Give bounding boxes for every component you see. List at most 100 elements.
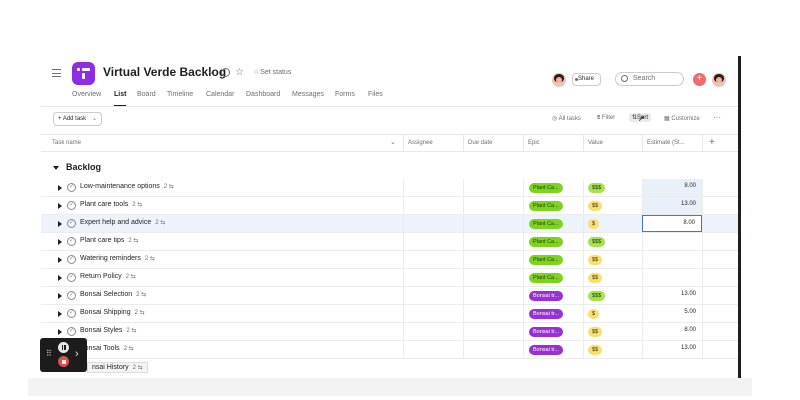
- epic-cell[interactable]: Plant Ca...: [523, 269, 583, 286]
- expand-icon[interactable]: [58, 257, 62, 263]
- estimate-cell[interactable]: [642, 269, 702, 286]
- customize-button[interactable]: ▦ Customize: [664, 115, 700, 122]
- check-circle-icon[interactable]: ✓: [67, 327, 76, 336]
- due-date-cell[interactable]: [463, 233, 523, 250]
- epic-cell[interactable]: Plant Ca...: [523, 233, 583, 250]
- value-cell[interactable]: $$: [583, 251, 642, 268]
- tab-timeline[interactable]: Timeline: [167, 91, 193, 98]
- add-task-button[interactable]: + Add task ⌄: [53, 112, 102, 126]
- due-date-cell[interactable]: [463, 269, 523, 286]
- check-circle-icon[interactable]: ✓: [67, 255, 76, 264]
- expand-icon[interactable]: [58, 221, 62, 227]
- menu-icon[interactable]: [52, 69, 61, 77]
- due-date-cell[interactable]: [463, 251, 523, 268]
- tab-list[interactable]: List: [114, 91, 126, 98]
- assignee-cell[interactable]: [403, 269, 463, 286]
- epic-cell[interactable]: Plant Ca...: [523, 251, 583, 268]
- tab-overview[interactable]: Overview: [72, 91, 101, 98]
- value-cell[interactable]: $$: [583, 323, 642, 340]
- epic-cell[interactable]: Bonsai tr...: [523, 287, 583, 304]
- expand-icon[interactable]: [58, 203, 62, 209]
- column-header-epic[interactable]: Epic: [523, 135, 583, 151]
- epic-cell[interactable]: Plant Ca...: [523, 179, 583, 196]
- value-tag[interactable]: $: [588, 309, 600, 319]
- assignee-cell[interactable]: [403, 179, 463, 196]
- value-cell[interactable]: $$$: [583, 233, 642, 250]
- chevron-right-icon[interactable]: ›: [75, 348, 79, 360]
- epic-tag[interactable]: Plant Ca...: [529, 201, 563, 211]
- assignee-cell[interactable]: [403, 287, 463, 304]
- estimate-cell[interactable]: 5.00: [642, 305, 702, 322]
- estimate-cell[interactable]: 8.00: [642, 179, 702, 196]
- column-header-task-name[interactable]: Task name: [41, 135, 403, 151]
- table-row[interactable]: ✓ Return Policy 2 ⇆ Plant Ca... $$: [41, 269, 738, 287]
- task-name[interactable]: Bonsai Styles 2 ⇆: [80, 327, 136, 334]
- add-button[interactable]: +: [693, 73, 706, 86]
- value-tag[interactable]: $$$: [588, 183, 606, 193]
- value-tag[interactable]: $$$: [588, 291, 606, 301]
- share-button[interactable]: Share: [572, 73, 601, 86]
- table-row[interactable]: ✓ Bonsai Shipping 2 ⇆ Bonsai tr... $5.00: [41, 305, 738, 323]
- info-icon[interactable]: [221, 68, 230, 77]
- tab-forms[interactable]: Forms: [335, 91, 355, 98]
- assignee-cell[interactable]: [403, 323, 463, 340]
- epic-cell[interactable]: Bonsai tr...: [523, 341, 583, 358]
- assignee-cell[interactable]: [403, 215, 463, 232]
- value-tag[interactable]: $$: [588, 345, 603, 355]
- expand-icon[interactable]: [58, 275, 62, 281]
- estimate-cell[interactable]: 13.00: [642, 341, 702, 358]
- value-cell[interactable]: $$$: [583, 287, 642, 304]
- column-header-value[interactable]: Value: [583, 135, 642, 151]
- section-header[interactable]: Backlog: [53, 162, 101, 172]
- epic-tag[interactable]: Bonsai tr...: [529, 291, 563, 301]
- due-date-cell[interactable]: [463, 287, 523, 304]
- check-circle-icon[interactable]: ✓: [67, 237, 76, 246]
- epic-cell[interactable]: Bonsai tr...: [523, 305, 583, 322]
- value-cell[interactable]: $: [583, 305, 642, 322]
- filter-button[interactable]: ⩩ Filter: [597, 115, 615, 122]
- table-row[interactable]: ✓ Bonsai Styles 2 ⇆ Bonsai tr... $$ 8.00: [41, 323, 738, 341]
- value-tag[interactable]: $$$: [588, 237, 606, 247]
- estimate-cell[interactable]: [642, 251, 702, 268]
- chevron-down-icon[interactable]: ⌄: [207, 66, 215, 77]
- table-row[interactable]: ✓ Plant care tips 2 ⇆ Plant Ca... $$$: [41, 233, 738, 251]
- assignee-cell[interactable]: [403, 341, 463, 358]
- collapse-icon[interactable]: [53, 165, 59, 170]
- epic-tag[interactable]: Bonsai tr...: [529, 309, 563, 319]
- expand-icon[interactable]: [58, 239, 62, 245]
- estimate-cell[interactable]: 8.00: [642, 323, 702, 340]
- chevron-down-icon[interactable]: ⌄: [92, 113, 97, 125]
- table-row[interactable]: ✓ Low-maintenance options 2 ⇆ Plant Ca... $$…: [41, 179, 738, 197]
- check-circle-icon[interactable]: ✓: [67, 273, 76, 282]
- epic-tag[interactable]: Plant Ca...: [529, 219, 563, 229]
- task-name[interactable]: Watering reminders 2 ⇆: [80, 255, 155, 262]
- epic-tag[interactable]: Plant Ca...: [529, 183, 563, 193]
- pause-icon[interactable]: [58, 342, 69, 353]
- tab-messages[interactable]: Messages: [292, 91, 324, 98]
- expand-icon[interactable]: [58, 185, 62, 191]
- value-cell[interactable]: $$: [583, 269, 642, 286]
- search-input[interactable]: Search: [615, 72, 684, 86]
- all-tasks-button[interactable]: ◎ All tasks: [552, 115, 581, 122]
- due-date-cell[interactable]: [463, 323, 523, 340]
- value-tag[interactable]: $$: [588, 273, 603, 283]
- table-row[interactable]: ✓ Watering reminders 2 ⇆ Plant Ca... $$: [41, 251, 738, 269]
- expand-icon[interactable]: [58, 311, 62, 317]
- tab-dashboard[interactable]: Dashboard: [246, 91, 280, 98]
- due-date-cell[interactable]: [463, 179, 523, 196]
- estimate-cell[interactable]: [642, 233, 702, 250]
- drag-handle-icon[interactable]: ⠿: [46, 350, 52, 358]
- column-header-assignee[interactable]: Assignee: [403, 135, 463, 151]
- user-avatar[interactable]: [712, 73, 726, 87]
- value-tag[interactable]: $$: [588, 327, 603, 337]
- set-status-button[interactable]: ○ Set status: [254, 69, 291, 76]
- epic-cell[interactable]: Plant Ca...: [523, 197, 583, 214]
- task-name[interactable]: Bonsai Shipping 2 ⇆: [80, 309, 145, 316]
- check-circle-icon[interactable]: ✓: [67, 219, 76, 228]
- estimate-cell[interactable]: 13.00: [642, 197, 702, 214]
- due-date-cell[interactable]: [463, 197, 523, 214]
- epic-tag[interactable]: Bonsai tr...: [529, 327, 563, 337]
- add-column-icon[interactable]: +: [709, 135, 715, 151]
- table-row[interactable]: ✓ Bonsai Selection 2 ⇆ Bonsai tr... $$$ 13.00: [41, 287, 738, 305]
- stop-icon[interactable]: [58, 356, 69, 367]
